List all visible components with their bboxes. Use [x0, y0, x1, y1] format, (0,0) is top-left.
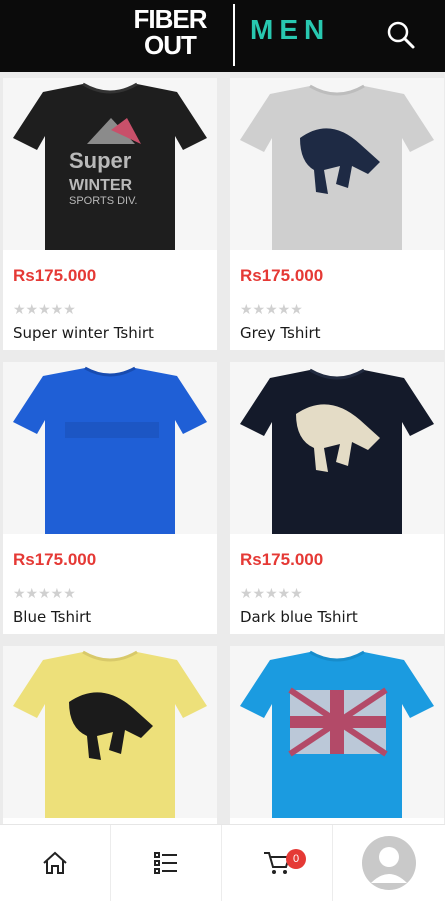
header-divider — [233, 4, 235, 66]
print-sports: SPORTS DIV. — [69, 195, 137, 207]
product-price: Rs175.000 — [240, 550, 324, 569]
nav-home[interactable] — [0, 825, 111, 901]
product-card[interactable]: Super WINTER SPORTS DIV. Rs175.000 ★★★★★… — [3, 78, 217, 350]
cart-count-badge: 0 — [286, 849, 306, 869]
avatar-icon — [361, 836, 416, 890]
product-image[interactable] — [230, 646, 444, 818]
print-winter: WINTER — [69, 177, 133, 194]
product-price: Rs175.000 — [13, 550, 97, 569]
product-title[interactable]: Dark blue Tshirt — [240, 608, 358, 626]
brand-logo[interactable]: FIBER OUT — [118, 6, 222, 58]
product-title[interactable]: Blue Tshirt — [13, 608, 91, 626]
rating-stars: ★★★★★ — [240, 302, 303, 318]
product-image[interactable] — [3, 362, 217, 534]
product-title[interactable]: Grey Tshirt — [240, 324, 321, 342]
nav-cart[interactable]: 0 — [222, 825, 333, 901]
product-title[interactable]: Super winter Tshirt — [13, 324, 154, 342]
rating-stars: ★★★★★ — [13, 302, 76, 318]
rating-stars: ★★★★★ — [13, 586, 76, 602]
logo-line-2: OUT — [144, 30, 197, 60]
nav-profile[interactable] — [333, 825, 444, 901]
category-title: MEN — [250, 14, 331, 45]
home-icon — [43, 851, 67, 874]
bottom-nav: 0 — [0, 824, 445, 901]
product-card[interactable] — [230, 646, 444, 824]
product-card[interactable]: Rs175.000 ★★★★★ Dark blue Tshirt — [230, 362, 444, 634]
print-super: Super — [69, 148, 132, 173]
product-grid: Super WINTER SPORTS DIV. Rs175.000 ★★★★★… — [0, 72, 445, 824]
list-icon — [154, 852, 177, 874]
product-image[interactable] — [3, 646, 217, 818]
product-image[interactable] — [230, 78, 444, 250]
product-card[interactable]: Rs175.000 ★★★★★ Grey Tshirt — [230, 78, 444, 350]
product-image[interactable] — [230, 362, 444, 534]
search-icon[interactable] — [384, 18, 418, 52]
app-header: FIBER OUT MEN — [0, 0, 445, 72]
logo-line-1: FIBER — [133, 4, 208, 34]
product-price: Rs175.000 — [13, 266, 97, 285]
product-card[interactable]: Rs175.000 ★★★★★ Blue Tshirt — [3, 362, 217, 634]
rating-stars: ★★★★★ — [240, 586, 303, 602]
product-price: Rs175.000 — [240, 266, 324, 285]
product-image[interactable]: Super WINTER SPORTS DIV. — [3, 78, 217, 250]
nav-categories[interactable] — [111, 825, 222, 901]
product-card[interactable] — [3, 646, 217, 824]
